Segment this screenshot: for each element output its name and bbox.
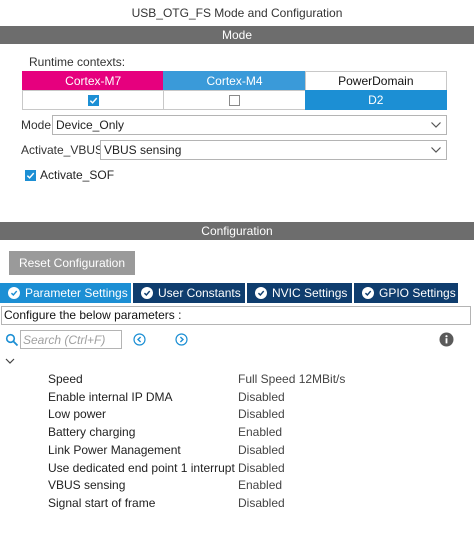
config-tabs: Parameter Settings User Constants NVIC S… [0, 283, 474, 303]
list-item[interactable]: Use dedicated end point 1 interrupt Disa… [48, 459, 468, 477]
search-input[interactable] [20, 330, 122, 349]
chevron-down-icon [431, 147, 441, 153]
activate-sof-row: Activate_SOF [25, 168, 114, 182]
list-item[interactable]: Battery charging Enabled [48, 423, 468, 441]
check-circle-icon [8, 287, 20, 299]
mode-label: Mode [21, 118, 52, 132]
context-cell-cortex-m7 [22, 90, 165, 110]
context-header-cortex-m4: Cortex-M4 [163, 71, 306, 91]
parameters-list: Speed Full Speed 12MBit/s Enable interna… [48, 370, 468, 512]
cortex-m7-checkbox[interactable] [87, 94, 99, 106]
powerdomain-value[interactable]: D2 [304, 90, 447, 110]
parameter-value: Enabled [238, 425, 283, 440]
mode-select[interactable]: Device_Only [52, 115, 447, 135]
parameter-name: Low power [48, 407, 107, 422]
list-item[interactable]: Link Power Management Disabled [48, 441, 468, 459]
tab-label: GPIO Settings [379, 286, 456, 300]
mode-select-value: Device_Only [56, 118, 125, 132]
parameter-name: Speed [48, 371, 83, 386]
runtime-contexts-label: Runtime contexts: [29, 55, 126, 69]
list-item[interactable]: VBUS sensing Enabled [48, 477, 468, 495]
list-item[interactable]: Enable internal IP DMA Disabled [48, 388, 468, 406]
context-header-powerdomain: PowerDomain [304, 71, 447, 91]
reset-configuration-button[interactable]: Reset Configuration [9, 251, 135, 275]
search-previous-icon[interactable] [133, 333, 146, 346]
parameter-name: Enable internal IP DMA [48, 389, 173, 404]
parameter-value: Enabled [238, 478, 283, 493]
parameter-value: Full Speed 12MBit/s [238, 371, 346, 386]
context-header-cortex-m7: Cortex-M7 [22, 71, 165, 91]
parameter-value: Disabled [238, 442, 285, 457]
chevron-down-icon[interactable] [4, 355, 16, 367]
parameter-value: Disabled [238, 460, 285, 475]
cortex-m4-checkbox[interactable] [228, 94, 240, 106]
check-circle-icon [255, 287, 267, 299]
tab-gpio-settings[interactable]: GPIO Settings [354, 283, 460, 303]
activate-vbus-label: Activate_VBUS [21, 143, 104, 157]
mode-section-header: Mode [0, 26, 474, 44]
tab-nvic-settings[interactable]: NVIC Settings [247, 283, 354, 303]
search-icon [5, 333, 19, 347]
parameter-value: Disabled [238, 389, 285, 404]
configuration-section-header: Configuration [0, 222, 474, 240]
parameter-value: Disabled [238, 407, 285, 422]
window-title: USB_OTG_FS Mode and Configuration [131, 6, 343, 20]
tab-parameter-settings[interactable]: Parameter Settings [0, 283, 133, 303]
runtime-contexts-table: Cortex-M7 Cortex-M4 PowerDomain D2 [22, 71, 447, 110]
parameter-name: VBUS sensing [48, 478, 126, 493]
list-item[interactable]: Low power Disabled [48, 406, 468, 424]
chevron-down-icon [431, 122, 441, 128]
check-circle-icon [141, 287, 153, 299]
parameter-name: Use dedicated end point 1 interrupt [48, 460, 235, 475]
activate-sof-checkbox[interactable] [25, 169, 36, 181]
check-icon [89, 97, 97, 104]
tab-user-constants[interactable]: User Constants [133, 283, 247, 303]
parameter-name: Link Power Management [48, 442, 181, 457]
tab-label: User Constants [158, 286, 241, 300]
activate-vbus-select-value: VBUS sensing [104, 143, 182, 157]
configure-hint: Configure the below parameters : [1, 306, 471, 325]
tab-label: Parameter Settings [25, 286, 128, 300]
parameter-value: Disabled [238, 496, 285, 511]
parameter-name: Signal start of frame [48, 496, 156, 511]
check-circle-icon [362, 287, 374, 299]
list-item[interactable]: Speed Full Speed 12MBit/s [48, 370, 468, 388]
list-item[interactable]: Signal start of frame Disabled [48, 494, 468, 512]
check-icon [26, 172, 35, 179]
search-next-icon[interactable] [175, 333, 188, 346]
context-cell-cortex-m4 [163, 90, 306, 110]
parameter-name: Battery charging [48, 425, 136, 440]
info-icon[interactable] [439, 332, 454, 347]
activate-sof-label: Activate_SOF [40, 168, 115, 182]
tab-label: NVIC Settings [272, 286, 348, 300]
activate-vbus-select[interactable]: VBUS sensing [100, 140, 447, 160]
search-row [5, 330, 470, 350]
